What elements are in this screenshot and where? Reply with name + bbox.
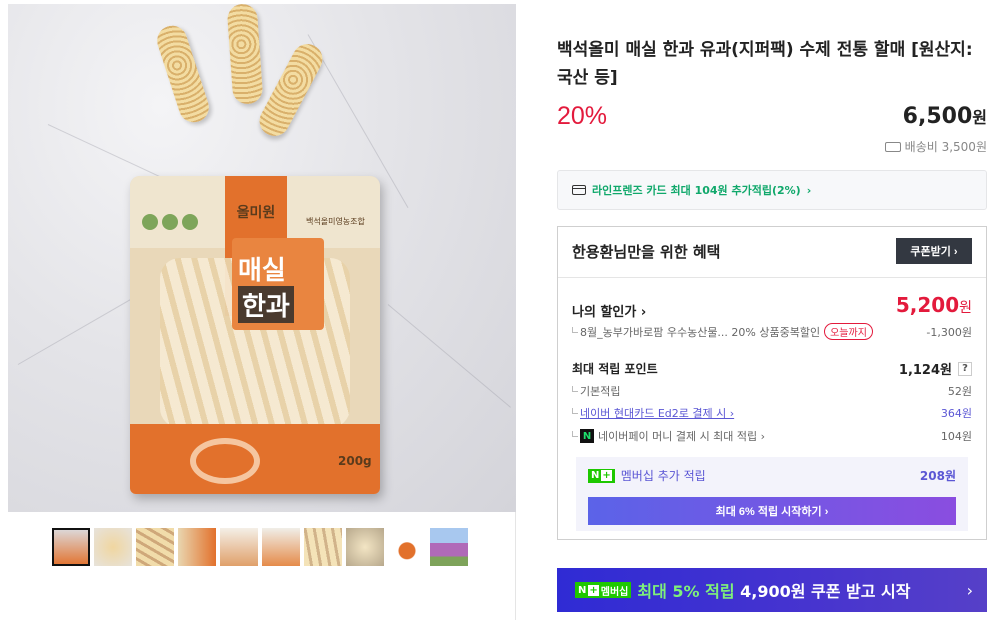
yugwa-stick	[226, 4, 264, 105]
card-promo-banner[interactable]: 라인프렌즈 카드 최대 104원 추가적립(2%) ›	[557, 170, 987, 210]
points-detail-row: N 네이버페이 머니 결제 시 최대 적립 › 104원	[572, 428, 972, 444]
discount-detail-row: 8월_농부가바로팜 우수농산물... 20% 상품중복할인 오늘까지 -1,30…	[572, 323, 972, 340]
my-price-number: 5,200	[895, 293, 960, 317]
banner-accent: 최대 5% 적립	[637, 582, 735, 601]
price-unit: 원	[972, 108, 987, 127]
banner-text: 최대 5% 적립 4,900원 쿠폰 받고 시작	[637, 578, 910, 602]
npay-link[interactable]: N 네이버페이 머니 결제 시 최대 적립 ›	[572, 428, 765, 444]
product-main-image[interactable]: 백석올미영농조합 올미원 매실 한과 200g	[8, 4, 516, 512]
npay-label: 네이버페이 머니 결제 시 최대 적립 ›	[598, 430, 766, 443]
points-detail-label: 기본적립	[572, 383, 620, 399]
start-membership-button[interactable]: 최대 6% 적립 시작하기 ›	[588, 497, 956, 525]
help-icon[interactable]: ?	[958, 361, 972, 376]
price-value: 6,500	[902, 104, 973, 129]
thumbnail[interactable]	[304, 528, 342, 566]
discount-amount: -1,300원	[926, 325, 972, 339]
hyundai-card-link[interactable]: 네이버 현대카드 Ed2로 결제 시 ›	[572, 405, 734, 421]
thumbnail[interactable]	[430, 528, 468, 566]
shipping-text: 배송비 3,500원	[904, 140, 987, 154]
thumbnail[interactable]	[220, 528, 258, 566]
membership-row: N + 멤버십 추가 적립 208원	[588, 467, 956, 484]
points-detail-value: 104원	[940, 430, 972, 443]
my-price-value: 5,200원	[896, 293, 972, 317]
thumbnail[interactable]	[94, 528, 132, 566]
bag-weight: 200g	[338, 454, 372, 468]
bag-ring-graphic	[190, 438, 260, 484]
thumbnail[interactable]	[388, 528, 426, 566]
my-price-unit: 원	[959, 300, 972, 316]
membership-label: 멤버십 추가 적립	[620, 469, 706, 483]
bag-brand: 올미원	[236, 205, 276, 221]
yugwa-stick	[153, 21, 213, 127]
chevron-right-icon: ›	[806, 183, 812, 197]
naver-plus-icon: N +	[588, 468, 615, 483]
thumbnail[interactable]	[262, 528, 300, 566]
discount-detail-text: 8월_농부가바로팜 우수농산물... 20% 상품중복할인	[572, 324, 820, 340]
bag-name-line2: 한과	[238, 286, 294, 323]
product-price: 6,500원	[903, 104, 987, 129]
points-row: 최대 적립 포인트 1,124원 ?	[572, 359, 972, 378]
points-detail-value: 52원	[947, 385, 972, 398]
cert-logos	[142, 214, 198, 230]
points-detail-row: 네이버 현대카드 Ed2로 결제 시 › 364원	[572, 405, 972, 421]
card-promo-text: 라인프렌즈 카드 최대 104원 추가적립(2%)	[592, 184, 801, 197]
banner-rest: 4,900원 쿠폰 받고 시작	[734, 582, 911, 601]
member-benefit-box: 한용환님만을 위한 혜택 쿠폰받기 › 나의 할인가 › 5,200원 8월_농…	[557, 226, 987, 540]
today-only-badge: 오늘까지	[824, 323, 873, 340]
thumbnail[interactable]	[52, 528, 90, 566]
product-gallery: 백석올미영농조합 올미원 매실 한과 200g	[8, 4, 516, 620]
product-info-panel: 백석올미 매실 한과 유과(지퍼팩) 수제 전통 할매 [원산지:국산 등] 2…	[557, 0, 987, 620]
points-detail-row: 기본적립 52원	[572, 383, 972, 399]
naver-plus-icon: N + 멤버십	[575, 582, 632, 598]
thumbnail[interactable]	[178, 528, 216, 566]
points-value: 1,124원	[898, 363, 952, 378]
yugwa-stick	[254, 38, 328, 142]
chevron-right-icon: ›	[966, 580, 973, 600]
benefit-heading: 한용환님만을 위한 혜택	[572, 243, 721, 261]
marble-vein	[387, 304, 511, 408]
product-bag: 백석올미영농조합 올미원 매실 한과 200g	[130, 176, 380, 494]
points-label: 최대 적립 포인트	[572, 362, 658, 376]
points-detail-value: 364원	[940, 407, 972, 420]
discount-rate: 20%	[557, 102, 608, 130]
shipping-fee: 배송비 3,500원	[884, 138, 987, 155]
thumbnail[interactable]	[346, 528, 384, 566]
product-title: 백석올미 매실 한과 유과(지퍼팩) 수제 전통 할매 [원산지:국산 등]	[557, 40, 973, 88]
bag-maker: 백석올미영농조합	[306, 217, 365, 226]
membership-box: N + 멤버십 추가 적립 208원 최대 6% 적립 시작하기 ›	[576, 457, 968, 531]
bag-name-line1: 매실	[238, 256, 286, 286]
thumbnail-strip	[52, 528, 468, 566]
truck-icon	[884, 141, 901, 152]
naver-pay-icon: N	[580, 429, 594, 443]
membership-coupon-banner[interactable]: N + 멤버십 최대 5% 적립 4,900원 쿠폰 받고 시작 ›	[557, 568, 987, 612]
thumbnail[interactable]	[136, 528, 174, 566]
membership-value: 208원	[919, 469, 956, 483]
get-coupon-button[interactable]: 쿠폰받기 ›	[896, 238, 972, 264]
divider	[558, 277, 986, 278]
card-icon	[572, 185, 586, 195]
